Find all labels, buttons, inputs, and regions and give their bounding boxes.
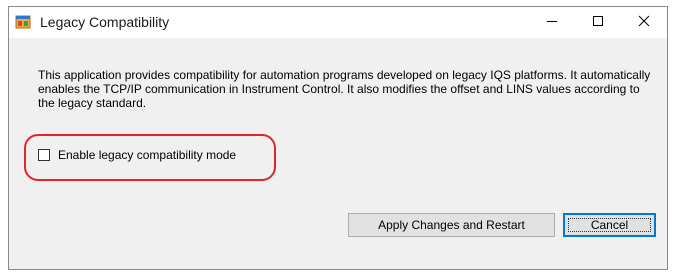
app-window-icon — [15, 14, 31, 30]
legacy-mode-checkbox[interactable] — [38, 149, 50, 161]
minimize-button[interactable] — [529, 7, 575, 38]
legacy-mode-checkbox-label[interactable]: Enable legacy compatibility mode — [58, 148, 236, 162]
title-bar[interactable]: Legacy Compatibility — [9, 7, 667, 38]
minimize-icon — [546, 14, 558, 32]
maximize-icon — [592, 14, 604, 32]
cancel-button[interactable]: Cancel — [563, 213, 656, 237]
legacy-mode-checkbox-row[interactable]: Enable legacy compatibility mode — [38, 147, 236, 163]
close-button[interactable] — [621, 7, 667, 38]
description-text: This application provides compatibility … — [38, 68, 651, 110]
close-icon — [638, 14, 650, 32]
dialog-window: Legacy Compatibility This application pr… — [8, 6, 668, 270]
cancel-button-label: Cancel — [568, 218, 651, 232]
apply-restart-button[interactable]: Apply Changes and Restart — [348, 213, 555, 237]
maximize-button[interactable] — [575, 7, 621, 38]
window-title: Legacy Compatibility — [40, 14, 170, 30]
